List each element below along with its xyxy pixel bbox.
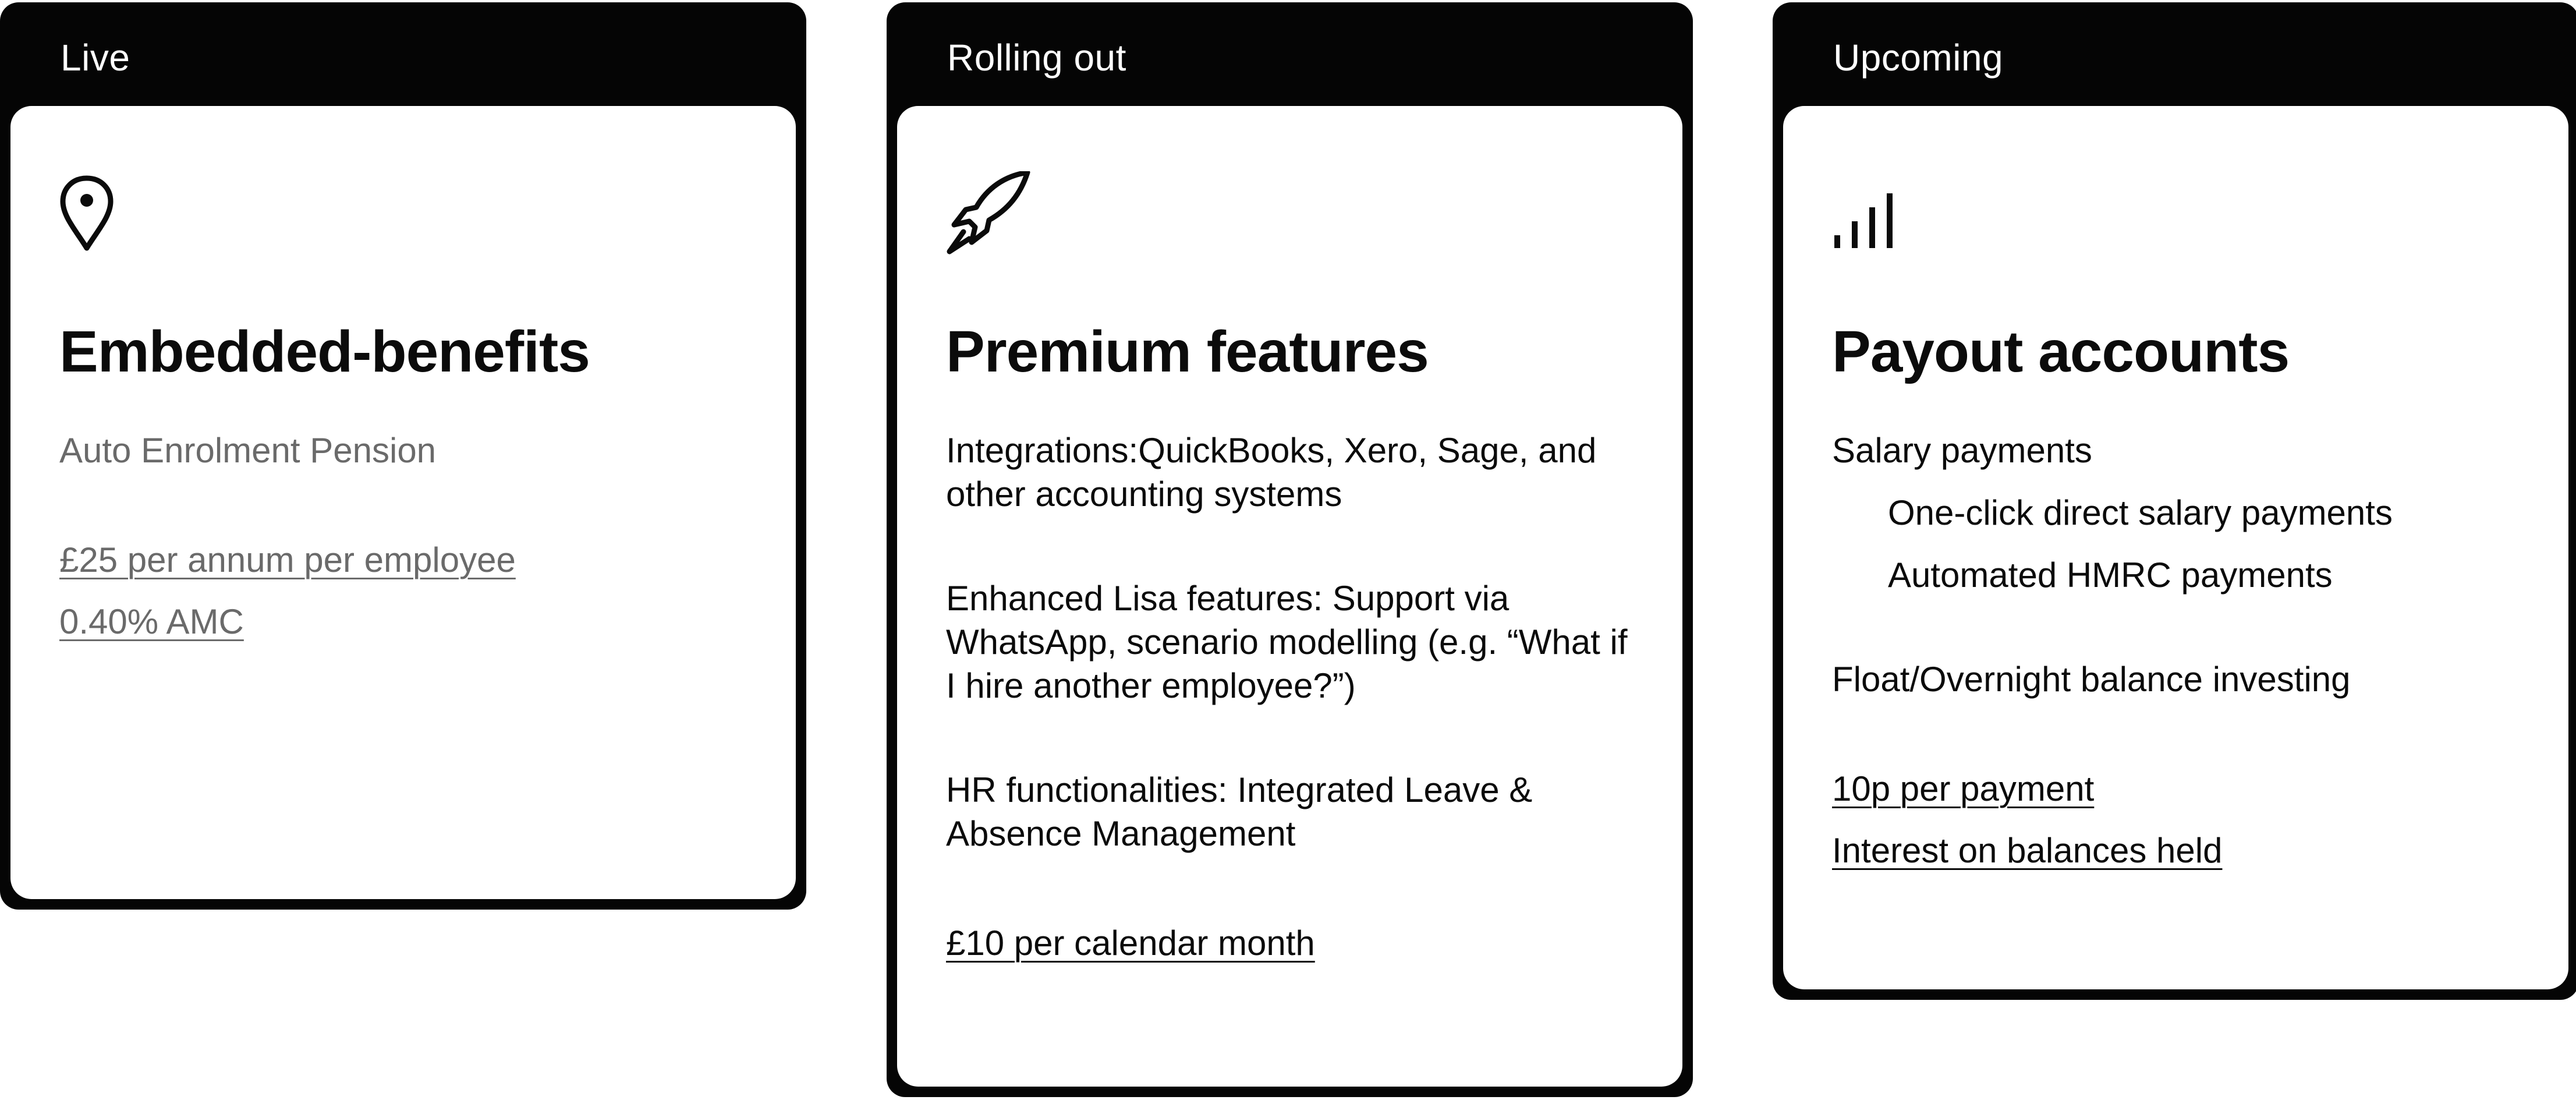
pricing-link-monthly[interactable]: £10 per calendar month — [946, 912, 1315, 974]
signal-bars-icon — [1832, 171, 1919, 259]
card-rolling-out: Rolling out Premium features Integration… — [887, 2, 1693, 1097]
sub-item-direct-salary: One-click direct salary payments — [1888, 493, 2393, 532]
card-body: Payout accounts Salary payments One-clic… — [1783, 106, 2568, 989]
card-subtitle: Auto Enrolment Pension — [59, 431, 437, 470]
card-status-header: Upcoming — [1833, 37, 2004, 79]
float-investing: Float/Overnight balance investing — [1832, 660, 2351, 699]
card-title: Payout accounts — [1832, 319, 2290, 384]
feature-enhanced-lisa: Enhanced Lisa features: Support via What… — [946, 579, 1628, 705]
pricing-link-interest[interactable]: Interest on balances held — [1832, 820, 2222, 882]
feature-hr-functionalities: HR functionalities: Integrated Leave & A… — [946, 770, 1533, 853]
card-title: Premium features — [946, 319, 1429, 384]
sub-item-hmrc: Automated HMRC payments — [1888, 556, 2333, 595]
pricing-link-per-employee[interactable]: £25 per annum per employee — [59, 529, 516, 591]
card-body: Premium features Integrations:QuickBooks… — [897, 106, 1682, 1087]
card-body: Embedded-benefits Auto Enrolment Pension… — [10, 106, 796, 899]
card-content: Integrations:QuickBooks, Xero, Sage, and… — [946, 429, 1640, 974]
section-label-salary-payments: Salary payments — [1832, 431, 2092, 470]
pricing-link-amc[interactable]: 0.40% AMC — [59, 591, 244, 653]
card-content: Auto Enrolment Pension £25 per annum per… — [59, 429, 754, 653]
rocket-icon — [946, 171, 1033, 259]
map-pin-icon — [59, 171, 147, 259]
card-content: Salary payments One-click direct salary … — [1832, 429, 2527, 882]
feature-integrations: Integrations:QuickBooks, Xero, Sage, and… — [946, 431, 1597, 514]
card-upcoming: Upcoming Payout accounts Salary payments… — [1773, 2, 2576, 1000]
card-live: Live Embedded-benefits Auto Enrolment Pe… — [0, 2, 806, 910]
card-title: Embedded-benefits — [59, 319, 590, 384]
card-status-header: Live — [61, 37, 130, 79]
pricing-link-per-payment[interactable]: 10p per payment — [1832, 758, 2094, 820]
card-status-header: Rolling out — [947, 37, 1126, 79]
